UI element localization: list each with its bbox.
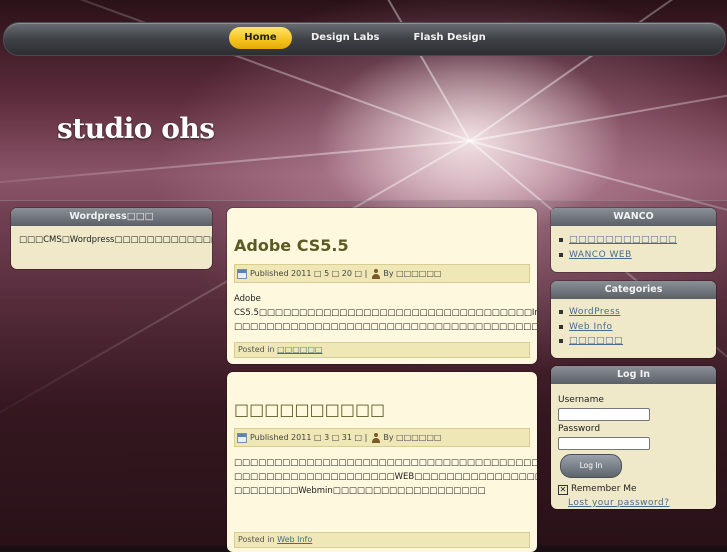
category-other[interactable]: □□□□□□: [569, 336, 623, 346]
post-card: Adobe CS5.5 Published 2011 □ 5 □ 20 □ | …: [227, 208, 537, 364]
widget-title: Log In: [551, 366, 716, 384]
categories-widget: Categories WordPress Web Info □□□□□□: [551, 281, 716, 358]
calendar-icon: [237, 432, 247, 443]
post-title[interactable]: □□□□□□□□□□: [234, 400, 537, 419]
nav-design-labs[interactable]: Design Labs: [311, 27, 379, 49]
wanco-link[interactable]: □□□□□□□□□□□□: [569, 235, 677, 245]
post-date: Published 2011 □ 5 □ 20 □ |: [250, 269, 368, 278]
username-input[interactable]: [558, 408, 650, 421]
category-web-info[interactable]: Web Info: [569, 322, 613, 332]
widget-title: Categories: [551, 281, 716, 299]
checkbox-icon[interactable]: ✕: [558, 484, 568, 495]
remember-me[interactable]: ✕ Remember Me: [558, 483, 709, 496]
posted-in-label: Posted in: [238, 345, 275, 354]
wanco-widget: WANCO □□□□□□□□□□□□ WANCO WEB: [551, 208, 716, 272]
nav-home[interactable]: Home: [229, 27, 292, 49]
username-label: Username: [558, 395, 604, 405]
post-author[interactable]: By □□□□□□: [383, 429, 441, 446]
posted-in-label: Posted in: [238, 535, 275, 544]
post-meta: Published 2011 □ 5 □ 20 □ | By □□□□□□: [234, 264, 530, 283]
category-wordpress[interactable]: WordPress: [569, 307, 620, 317]
post-author[interactable]: By □□□□□□: [383, 265, 441, 282]
main-nav: Home Design Labs Flash Design: [229, 27, 486, 49]
post-line: □□□□□□□□Webmin□□□□□□□□□□□□□□□□□□□: [234, 486, 486, 496]
user-icon: [371, 432, 381, 443]
wordpress-widget: Wordpress□□□ □□□CMS□Wordpress□□□□□□□□□□□…: [11, 208, 212, 269]
nav-flash-design[interactable]: Flash Design: [413, 27, 485, 49]
post-category-link[interactable]: □□□□□□: [277, 345, 322, 354]
widget-title: Wordpress□□□: [11, 208, 212, 226]
remember-label: Remember Me: [571, 484, 637, 494]
post-category-link[interactable]: Web Info: [277, 535, 312, 544]
post-footer: Posted in Web Info: [234, 532, 530, 548]
post-title[interactable]: Adobe CS5.5: [234, 236, 537, 255]
post-excerpt: Adobe CS5.5□□□□□□□□□□□□□□□□□□□□□□□□□□□□□…: [234, 294, 537, 332]
post-card: □□□□□□□□□□ Published 2011 □ 3 □ 31 □ | B…: [227, 372, 537, 552]
login-button[interactable]: Log In: [560, 454, 622, 478]
password-label: Password: [558, 424, 601, 434]
widget-text: □□□CMS□Wordpress□□□□□□□□□□□□□□□□□□□□□□□□…: [19, 235, 212, 245]
post-excerpt: □□□□□□□□□□□□□□□□□□□□□□□□□□□□□□□□□□□□□□ □□…: [234, 456, 537, 498]
post-line: □□□□□□□□□□□□□□□□□□□□□□□□□□□□□□□□□□□□□□□□…: [234, 458, 537, 468]
site-title[interactable]: studio ohs: [57, 112, 215, 145]
password-input[interactable]: [558, 437, 650, 450]
lost-password-link[interactable]: Lost your password?: [568, 498, 670, 508]
login-widget: Log In Username Password Log In ✕ Rememb…: [551, 366, 716, 509]
wanco-web-link[interactable]: WANCO WEB: [569, 250, 632, 260]
post-meta: Published 2011 □ 3 □ 31 □ | By □□□□□□: [234, 428, 530, 447]
calendar-icon: [237, 268, 247, 279]
widget-title: WANCO: [551, 208, 716, 226]
user-icon: [371, 268, 381, 279]
post-footer: Posted in □□□□□□: [234, 342, 530, 358]
post-line: □□□□□□□□□□□□□□□□□□□□WEB□□□□□□□□□□□□□□□□□…: [234, 472, 537, 482]
post-date: Published 2011 □ 3 □ 31 □ |: [250, 433, 368, 442]
